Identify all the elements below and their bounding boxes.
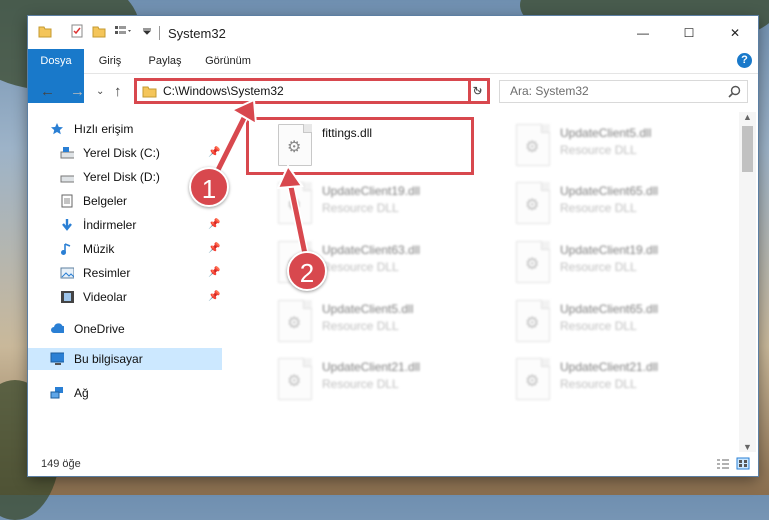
annotation-arrows — [214, 98, 309, 255]
step-1-badge: 1 — [189, 167, 229, 207]
step-2-badge: 2 — [287, 251, 327, 291]
